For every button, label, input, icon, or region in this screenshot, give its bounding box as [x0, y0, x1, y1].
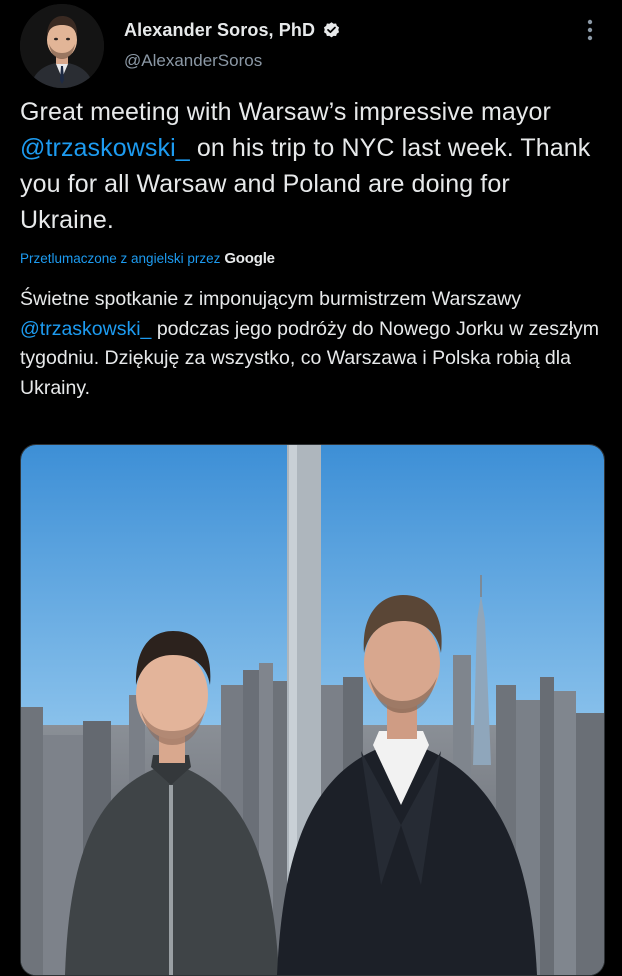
- tweet-text: Great meeting with Warsaw’s impressive m…: [20, 94, 610, 238]
- handle[interactable]: @AlexanderSoros: [124, 51, 262, 71]
- translation-text: Świetne spotkanie z imponującym burmistr…: [20, 285, 610, 403]
- avatar[interactable]: [20, 4, 104, 88]
- mention-link[interactable]: @trzaskowski_: [20, 134, 190, 162]
- tweet-text-part1: Great meeting with Warsaw’s impressive m…: [20, 98, 551, 126]
- avatar-image: [20, 4, 104, 88]
- google-logo: Google: [224, 250, 275, 267]
- verified-badge-icon: [322, 21, 341, 40]
- more-vertical-icon[interactable]: [580, 18, 600, 42]
- tweet-photo[interactable]: [20, 444, 605, 976]
- translation-part1: Świetne spotkanie z imponującym burmistr…: [20, 288, 522, 310]
- translation-attribution: Przetlumaczone z angielski przez Google: [20, 250, 275, 267]
- tweet-header: Alexander Soros, PhD @AlexanderSoros: [0, 0, 622, 92]
- translated-label[interactable]: Przetlumaczone z angielski przez: [20, 251, 220, 266]
- display-name[interactable]: Alexander Soros, PhD: [124, 20, 315, 41]
- translation-mention-link[interactable]: @trzaskowski_: [20, 318, 151, 340]
- photo-image: [21, 445, 604, 975]
- name-row: Alexander Soros, PhD: [124, 20, 341, 41]
